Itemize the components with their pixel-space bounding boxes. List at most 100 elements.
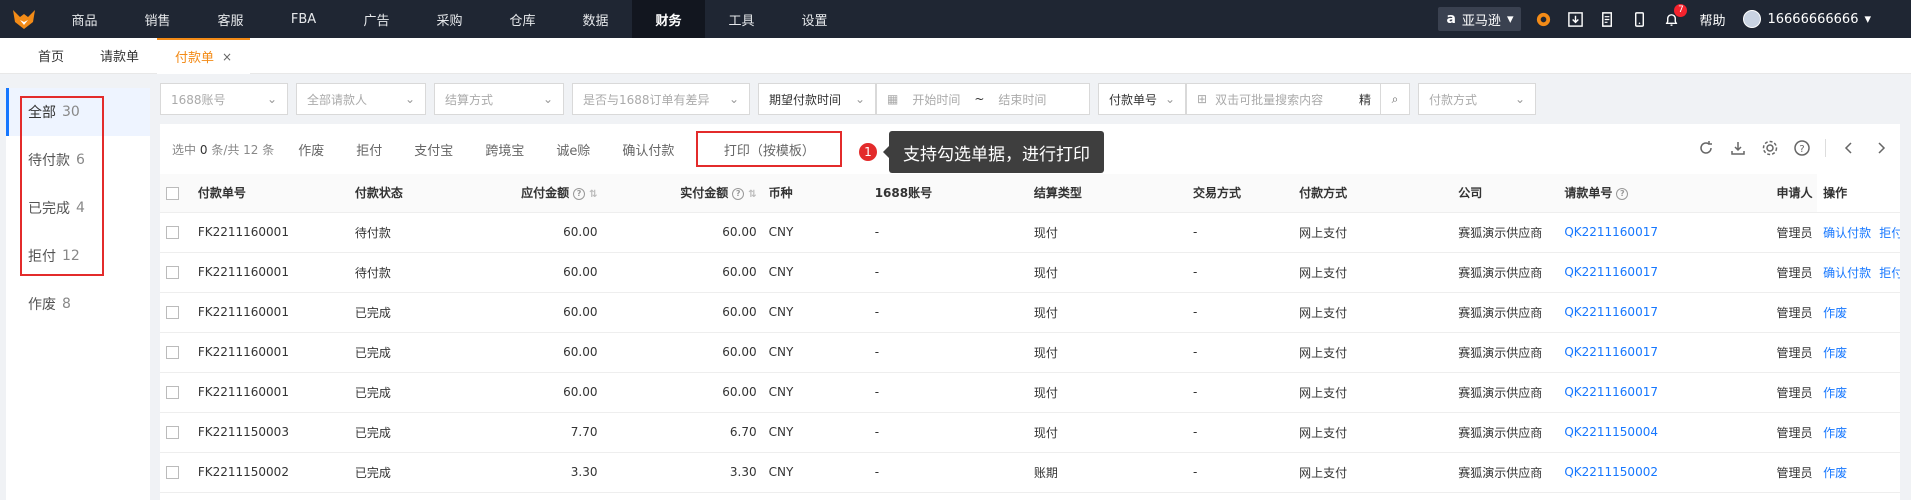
row-action-primary[interactable]: 作废 [1823, 386, 1847, 400]
cell-company: 赛狐演示供应商 [1452, 212, 1559, 253]
chevron-left-icon[interactable] [1840, 139, 1858, 157]
help-icon[interactable]: ? [1793, 139, 1811, 157]
toolbar-button[interactable]: 诚e赊 [556, 140, 590, 159]
status-item[interactable]: 已完成 4 [6, 184, 150, 232]
cell-req[interactable]: QK2211160017 [1558, 212, 1771, 253]
cell-settle: 现付 [1027, 252, 1187, 293]
table-tools: ? [1697, 139, 1890, 157]
cell-account: - [868, 412, 1028, 453]
row-select-cell [160, 372, 192, 413]
pay-method-select[interactable]: 付款方式 ⌄ [1418, 83, 1536, 115]
settle-select[interactable]: 结算方式 ⌄ [434, 83, 564, 115]
table-row: FK2211160001 已完成 60.00 60.00 CNY - 现付 - 网上支付 赛狐演示… [160, 332, 1900, 373]
nav-item[interactable]: 销售 [121, 0, 194, 38]
cell-req[interactable]: QK2211150002 [1558, 452, 1771, 493]
tab-home[interactable]: 首页 [20, 38, 82, 74]
sort-icon[interactable]: ⇅ [748, 189, 756, 200]
requester-select[interactable]: 全部请款人 ⌄ [296, 83, 426, 115]
cell-trade: - [1186, 452, 1294, 493]
nav-item[interactable]: 商品 [48, 0, 121, 38]
tab-payment[interactable]: 付款单 × [157, 37, 251, 74]
cell-req[interactable]: QK2211160017 [1558, 292, 1771, 333]
help-link[interactable]: 帮助 [1699, 10, 1725, 29]
nav-item[interactable]: FBA [267, 0, 340, 38]
cell-req[interactable]: QK2211160017 [1558, 332, 1771, 373]
nav-item[interactable]: 数据 [559, 0, 632, 38]
tab-request[interactable]: 请款单 [82, 38, 157, 74]
cell-payable: 60.00 [486, 252, 604, 293]
download-icon[interactable] [1565, 9, 1585, 29]
rocket-icon[interactable] [1533, 9, 1553, 29]
platform-label: 亚马逊 [1461, 13, 1501, 29]
status-item[interactable]: 待付款 6 [6, 136, 150, 184]
sort-icon[interactable]: ⇅ [589, 189, 597, 200]
nav-item[interactable]: 工具 [705, 0, 778, 38]
settings-icon[interactable] [1761, 139, 1779, 157]
row-select-cell [160, 332, 192, 373]
user-menu[interactable]: 16666666666 ▾ [1743, 10, 1871, 28]
col-actual[interactable]: 实付金额? ⇅ [603, 174, 763, 213]
row-action-primary[interactable]: 作废 [1823, 426, 1847, 440]
refresh-icon[interactable] [1697, 139, 1715, 157]
row-checkbox[interactable] [166, 386, 179, 399]
print-template-button[interactable]: 打印（按模板） [696, 131, 843, 167]
chevron-right-icon[interactable] [1872, 139, 1890, 157]
toolbar-button[interactable]: 作废 [298, 140, 324, 159]
status-item[interactable]: 全部 30 [6, 88, 150, 136]
status-item[interactable]: 作废 8 [6, 280, 150, 328]
avatar [1743, 10, 1762, 28]
row-checkbox[interactable] [166, 426, 179, 439]
nav-item[interactable]: 仓库 [486, 0, 559, 38]
nav-item[interactable]: 广告 [340, 0, 413, 38]
document-icon[interactable] [1597, 9, 1617, 29]
toolbar-button[interactable]: 拒付 [356, 140, 382, 159]
chevron-down-icon: ⌄ [1514, 92, 1525, 106]
cell-req[interactable]: QK2211160017 [1558, 252, 1771, 293]
close-icon[interactable]: × [222, 50, 232, 64]
row-action-primary[interactable]: 确认付款 [1823, 266, 1871, 280]
exact-toggle[interactable]: 精 [1359, 91, 1371, 108]
mobile-icon[interactable] [1629, 9, 1649, 29]
row-action-primary[interactable]: 作废 [1823, 306, 1847, 320]
select-label: 全部请款人 [307, 92, 368, 107]
toolbar-button[interactable]: 确认付款 [622, 140, 674, 159]
app-logo[interactable] [0, 0, 48, 38]
col-payable[interactable]: 应付金额? ⇅ [486, 174, 604, 213]
col-trade: 交易方式 [1186, 174, 1294, 213]
export-icon[interactable] [1729, 139, 1747, 157]
nav-item[interactable]: 客服 [194, 0, 267, 38]
date-type-select[interactable]: 期望付款时间 ⌄ [758, 83, 876, 115]
select-all-checkbox[interactable] [166, 186, 179, 200]
search-button[interactable]: ⌕ [1380, 83, 1410, 115]
row-action-reject[interactable]: 拒付 [1879, 226, 1900, 240]
bell-icon[interactable]: 7 [1661, 4, 1688, 29]
cell-op: 作废 [1817, 412, 1900, 453]
info-icon: ? [732, 187, 745, 200]
row-action-primary[interactable]: 作废 [1823, 346, 1847, 360]
nav-item[interactable]: 采购 [413, 0, 486, 38]
row-action-primary[interactable]: 确认付款 [1823, 226, 1871, 240]
search-type-select[interactable]: 付款单号 ⌄ [1098, 83, 1186, 115]
toolbar-button[interactable]: 跨境宝 [485, 140, 524, 159]
status-item[interactable]: 拒付 12 [6, 232, 150, 280]
date-range-picker[interactable]: ▦ 开始时间 ~ 结束时间 [876, 83, 1090, 115]
search-input[interactable]: ⊞ 双击可批量搜索内容 精 [1186, 83, 1382, 115]
chevron-down-icon: ▾ [1506, 11, 1514, 27]
row-checkbox[interactable] [166, 466, 179, 479]
row-action-primary[interactable]: 作废 [1823, 466, 1847, 480]
platform-select[interactable]: a 亚马逊 ▾ [1438, 7, 1522, 31]
cell-pay: 网上支付 [1293, 332, 1453, 373]
cell-req[interactable]: QK2211150004 [1558, 412, 1771, 453]
row-checkbox[interactable] [166, 226, 179, 239]
cell-req[interactable]: QK2211160017 [1558, 372, 1771, 413]
diff-select[interactable]: 是否与1688订单有差异 ⌄ [572, 83, 750, 115]
row-checkbox[interactable] [166, 346, 179, 359]
account-select[interactable]: 1688账号 ⌄ [160, 83, 288, 115]
row-checkbox[interactable] [166, 306, 179, 319]
row-action-reject[interactable]: 拒付 [1879, 266, 1900, 280]
nav-item[interactable]: 财务 [632, 0, 705, 38]
toolbar-button[interactable]: 支付宝 [414, 140, 453, 159]
nav-item[interactable]: 设置 [778, 0, 851, 38]
row-checkbox[interactable] [166, 266, 179, 279]
grid-icon: ⊞ [1197, 92, 1208, 106]
